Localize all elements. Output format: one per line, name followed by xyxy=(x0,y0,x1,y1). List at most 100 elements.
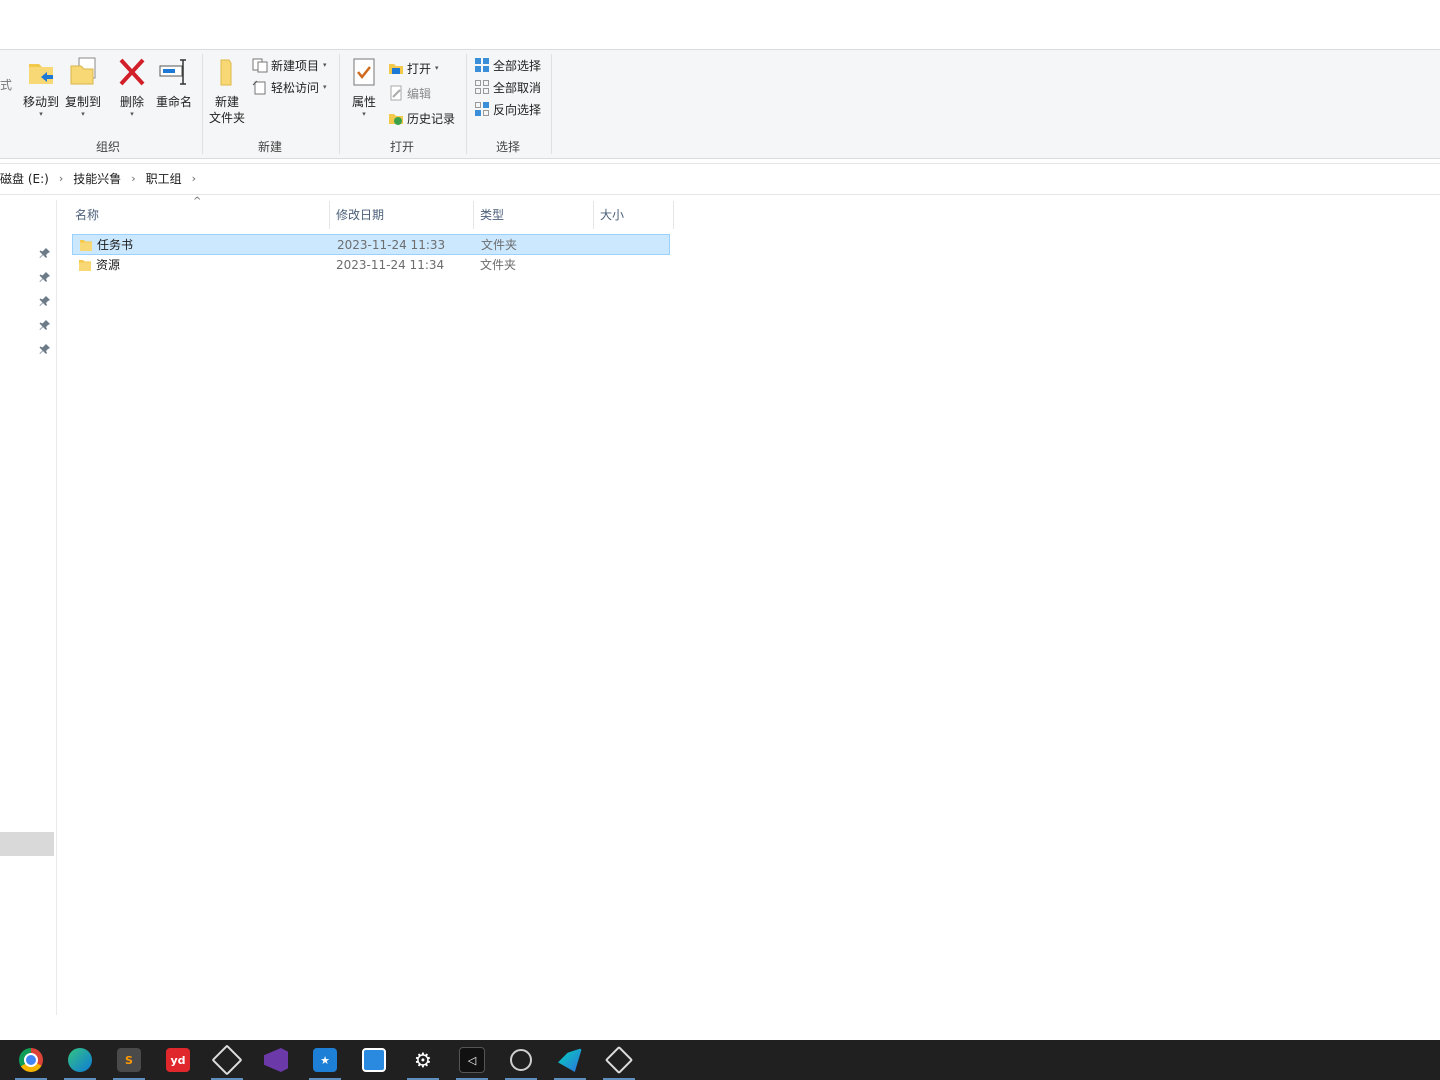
group-divider xyxy=(202,54,203,154)
dingtalk-icon xyxy=(362,1048,386,1072)
organize-group-label: 组织 xyxy=(95,140,120,154)
vscode-like-icon: ◁ xyxy=(459,1047,485,1073)
new-folder-button[interactable]: 新建 文件夹 xyxy=(207,56,247,126)
chevron-down-icon: ▾ xyxy=(435,64,439,72)
chevron-right-icon[interactable]: › xyxy=(53,172,69,185)
file-row[interactable]: 任务书 2023-11-24 11:33 文件夹 xyxy=(72,234,670,255)
chevron-down-icon: ▾ xyxy=(323,61,327,69)
taskbar-youdao[interactable]: yd xyxy=(154,1040,202,1080)
unity-hub-icon xyxy=(604,1045,634,1075)
ribbon: 式 移动到 ▾ 复制到 ▾ 删除 ▾ 重命名 组织 新建 文件夹 新建项目 ▾ … xyxy=(0,49,1440,159)
chrome-icon xyxy=(19,1048,43,1072)
file-type: 文件夹 xyxy=(480,258,517,272)
move-to-icon xyxy=(29,64,53,84)
folder-icon xyxy=(80,240,92,251)
nav-selected-item[interactable] xyxy=(0,832,54,856)
taskbar-star-app[interactable]: ★ xyxy=(301,1040,349,1080)
select-all-button[interactable]: 全部选择 xyxy=(474,55,541,75)
copy-to-button[interactable]: 复制到 ▾ xyxy=(62,56,104,118)
column-divider[interactable] xyxy=(593,201,594,229)
pin-icon[interactable] xyxy=(39,271,51,283)
taskbar-unity[interactable] xyxy=(203,1040,251,1080)
column-header-size[interactable]: 大小 xyxy=(600,201,670,229)
address-bar[interactable]: 磁盘 (E:) › 技能兴鲁 › 职工组 › xyxy=(0,163,1440,195)
youdao-icon: yd xyxy=(166,1048,190,1072)
new-folder-icon xyxy=(220,59,232,86)
breadcrumb-current[interactable]: 职工组 xyxy=(142,170,186,187)
file-date: 2023-11-24 11:33 xyxy=(337,238,446,252)
taskbar-unity-hub[interactable] xyxy=(595,1040,643,1080)
breadcrumb-folder[interactable]: 技能兴鲁 xyxy=(69,170,125,187)
unity-icon xyxy=(211,1044,243,1076)
select-group-label: 选择 xyxy=(495,140,520,154)
select-none-icon xyxy=(475,80,489,94)
breadcrumb: 磁盘 (E:) › 技能兴鲁 › 职工组 › xyxy=(0,170,202,187)
taskbar-visual-studio[interactable] xyxy=(252,1040,300,1080)
file-row[interactable]: 资源 2023-11-24 11:34 文件夹 xyxy=(72,255,670,276)
ribbon-edge-label: 式 xyxy=(0,78,13,92)
taskbar-settings[interactable]: ⚙ xyxy=(399,1040,447,1080)
taskbar-sublime[interactable]: S xyxy=(105,1040,153,1080)
pin-icon[interactable] xyxy=(39,319,51,331)
taskbar-obs[interactable] xyxy=(497,1040,545,1080)
navigation-pane xyxy=(0,200,57,1015)
history-icon xyxy=(389,114,403,125)
open-folder-icon xyxy=(389,64,403,74)
rename-icon xyxy=(159,59,186,85)
pin-icon[interactable] xyxy=(39,247,51,259)
properties-check-icon xyxy=(353,58,375,86)
rename-button[interactable]: 重命名 xyxy=(153,56,195,110)
file-date: 2023-11-24 11:34 xyxy=(336,258,445,272)
obs-icon xyxy=(510,1049,532,1071)
group-divider xyxy=(466,54,467,154)
easy-access-icon xyxy=(252,80,266,95)
new-item-icon xyxy=(252,58,268,73)
chevron-down-icon: ▾ xyxy=(323,83,327,91)
pin-icon[interactable] xyxy=(39,295,51,307)
taskbar-dingtalk[interactable] xyxy=(350,1040,398,1080)
invert-selection-icon xyxy=(475,102,489,116)
delete-x-icon xyxy=(119,58,145,86)
history-button[interactable]: 历史记录 xyxy=(388,108,455,128)
window-title-area xyxy=(0,0,1440,49)
new-group-label: 新建 xyxy=(257,140,282,154)
taskbar-editor[interactable]: ◁ xyxy=(448,1040,496,1080)
invert-selection-button[interactable]: 反向选择 xyxy=(474,99,541,119)
open-group-label: 打开 xyxy=(389,140,414,154)
feishu-icon xyxy=(558,1048,582,1072)
column-divider[interactable] xyxy=(673,201,674,229)
chevron-right-icon[interactable]: › xyxy=(186,172,202,185)
properties-button[interactable]: 属性 ▾ xyxy=(346,56,382,118)
edit-button[interactable]: 编辑 xyxy=(388,83,431,103)
taskbar-edge[interactable] xyxy=(56,1040,104,1080)
taskbar-chrome[interactable] xyxy=(7,1040,55,1080)
chevron-right-icon[interactable]: › xyxy=(125,172,141,185)
taskbar-feishu[interactable] xyxy=(546,1040,594,1080)
file-type: 文件夹 xyxy=(481,238,518,252)
easy-access-button[interactable]: 轻松访问 ▾ xyxy=(252,77,327,97)
settings-icon: ⚙ xyxy=(414,1048,432,1072)
select-none-button[interactable]: 全部取消 xyxy=(474,77,541,97)
breadcrumb-drive[interactable]: 磁盘 (E:) xyxy=(0,170,53,187)
column-divider[interactable] xyxy=(329,201,330,229)
open-button[interactable]: 打开 ▾ xyxy=(388,58,439,78)
sublime-icon: S xyxy=(117,1048,141,1072)
column-header-type[interactable]: 类型 xyxy=(480,201,590,229)
move-to-button[interactable]: 移动到 ▾ xyxy=(20,56,62,118)
taskbar: S yd ★ ⚙ ◁ xyxy=(0,1040,1440,1080)
edge-icon xyxy=(68,1048,92,1072)
column-divider[interactable] xyxy=(473,201,474,229)
visual-studio-icon xyxy=(264,1048,288,1072)
star-app-icon: ★ xyxy=(313,1048,337,1072)
edit-icon xyxy=(390,85,402,101)
folder-icon xyxy=(79,260,91,271)
pin-icon[interactable] xyxy=(39,343,51,355)
file-name: 任务书 xyxy=(97,238,134,252)
new-item-button[interactable]: 新建项目 ▾ xyxy=(252,55,327,75)
group-divider xyxy=(551,54,552,154)
column-header-date[interactable]: 修改日期 xyxy=(336,201,466,229)
group-divider xyxy=(339,54,340,154)
select-all-icon xyxy=(475,58,489,72)
column-header-name[interactable]: 名称 xyxy=(75,201,325,229)
delete-button[interactable]: 删除 ▾ xyxy=(115,56,149,118)
